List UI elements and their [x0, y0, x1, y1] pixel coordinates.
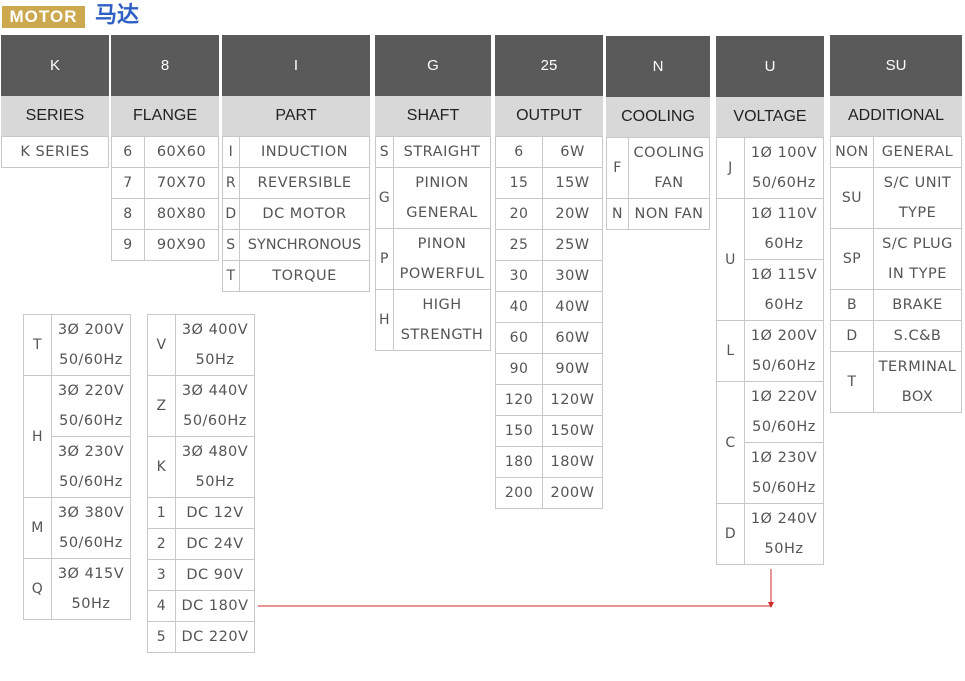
voltage-connector-line — [258, 569, 774, 608]
